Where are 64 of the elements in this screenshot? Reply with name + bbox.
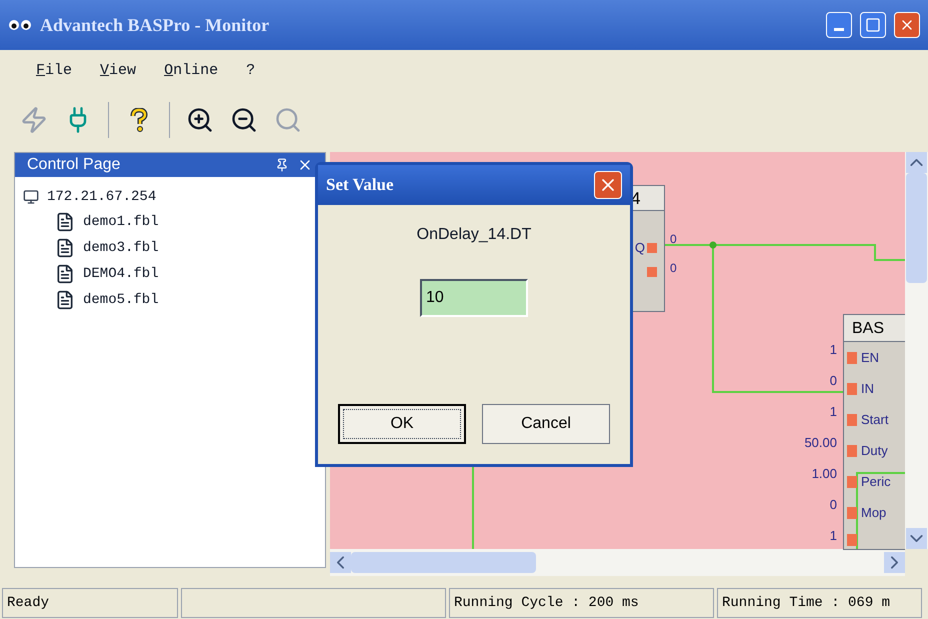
- pin-label: Mop: [861, 504, 886, 522]
- pin-value: 0: [830, 372, 837, 390]
- scroll-thumb[interactable]: [351, 552, 536, 573]
- pin-label: IN: [861, 380, 874, 398]
- menu-item[interactable]: ?: [246, 60, 256, 82]
- close-button[interactable]: [594, 171, 622, 199]
- dialog-button[interactable]: Cancel: [482, 404, 610, 444]
- vertical-scrollbar[interactable]: [905, 152, 928, 549]
- zoom-out-icon[interactable]: [230, 106, 258, 134]
- pin-label: Start: [861, 411, 888, 429]
- tree-item[interactable]: demo5.fbl: [83, 290, 159, 310]
- pin-square: [847, 476, 857, 488]
- eyes-icon: [8, 17, 32, 33]
- maximize-icon: [865, 17, 881, 33]
- pin-value: 1: [830, 341, 837, 359]
- tree-item[interactable]: DEMO4.fbl: [83, 264, 159, 284]
- zoom-in-icon[interactable]: [186, 106, 214, 134]
- menu-item[interactable]: View: [100, 60, 136, 82]
- pin-square: [847, 534, 857, 546]
- pin-label: Duty: [861, 442, 888, 460]
- tree-item[interactable]: demo1.fbl: [83, 212, 159, 232]
- document-icon: [55, 290, 75, 310]
- document-icon: [55, 212, 75, 232]
- pin-value: 0: [670, 260, 677, 277]
- pin-icon[interactable]: [275, 158, 289, 172]
- pin-value: 1: [830, 527, 837, 545]
- pin-square: [647, 242, 657, 253]
- close-button[interactable]: [894, 12, 920, 38]
- field-name: OnDelay_14.DT: [416, 225, 532, 245]
- pin-value: 0: [830, 496, 837, 514]
- menu-item[interactable]: Online: [164, 60, 218, 82]
- pin-square: [647, 267, 657, 277]
- status-text: Running Time : 069 m: [717, 588, 922, 618]
- pin-square: [847, 414, 857, 426]
- window-title: Advantech BASPro - Monitor: [40, 14, 270, 36]
- pin-value: 1.00: [812, 465, 837, 483]
- pin-square: [847, 506, 857, 519]
- pin-value: 50.00: [804, 434, 837, 452]
- minimize-icon: [834, 28, 844, 30]
- status-text: Ready: [2, 588, 178, 618]
- pin-label: Q: [634, 239, 645, 257]
- pin-square: [847, 444, 857, 457]
- horizontal-scrollbar[interactable]: [330, 549, 905, 576]
- computer-icon: [23, 189, 39, 205]
- pin-square: [847, 352, 857, 364]
- pin-label: EN: [861, 349, 880, 367]
- menu-item[interactable]: File: [36, 60, 72, 82]
- block-title: BAS: [844, 315, 905, 342]
- pin-label: Peric: [861, 473, 891, 491]
- document-icon: [55, 264, 75, 284]
- pin-value: 1: [830, 403, 837, 421]
- status-text: Running Cycle : 200 ms: [449, 588, 714, 618]
- pin-value: 0: [670, 231, 677, 248]
- value-field[interactable]: 10: [420, 279, 528, 317]
- scroll-thumb[interactable]: [906, 173, 927, 283]
- panel-title: Control Page: [27, 155, 122, 175]
- document-icon: [55, 238, 75, 258]
- dialog-button[interactable]: OK: [338, 404, 466, 444]
- minimize-button[interactable]: [826, 12, 852, 38]
- tree-item[interactable]: 172.21.67.254: [47, 186, 156, 208]
- tree-item[interactable]: demo3.fbl: [83, 238, 159, 258]
- pin-square: [847, 382, 857, 395]
- dialog-title: Set Value: [326, 174, 395, 196]
- maximize-button[interactable]: [860, 12, 886, 38]
